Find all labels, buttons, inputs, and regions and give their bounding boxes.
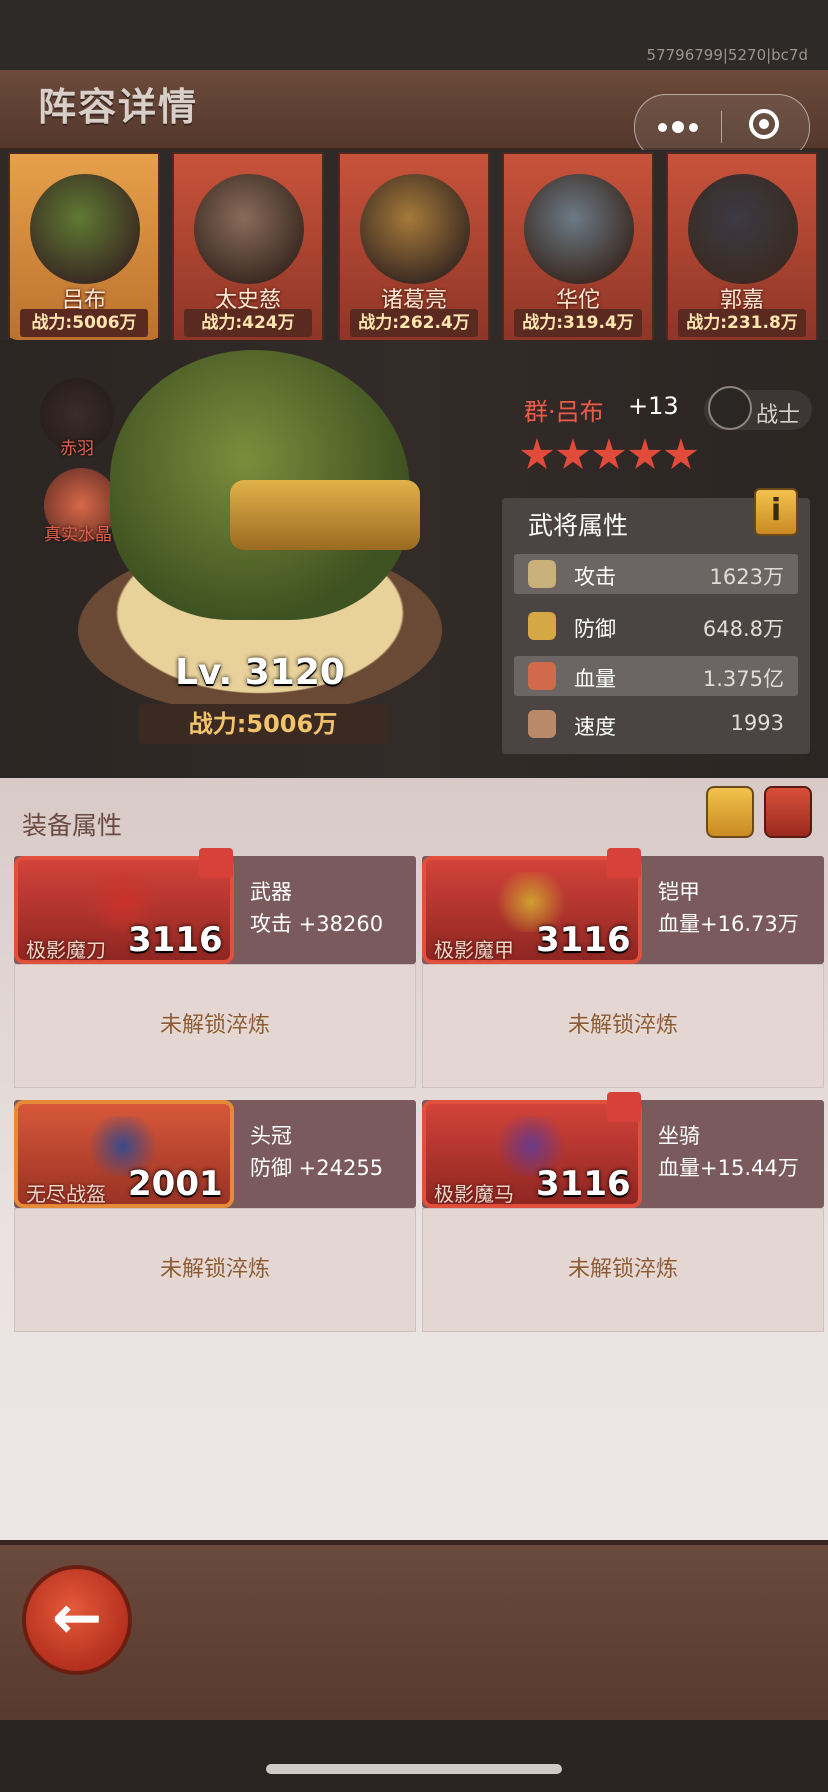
equipment-type: 铠甲 [658,880,700,904]
build-id: 57796799|5270|bc7d [646,46,808,64]
refine-section: 未解锁淬炼 [14,964,416,1088]
bottom-area [0,1720,828,1792]
hero-card[interactable]: 诸葛亮 战力:262.4万 [338,152,490,342]
equipment-title: 装备属性 [22,811,123,840]
class-label: 战士 [756,403,801,428]
hero-avatar [360,174,470,284]
hero-card[interactable]: 郭嘉 战力:231.8万 [666,152,818,342]
sword-icon [528,560,556,588]
star-rating [520,438,698,472]
refine-locked-label: 未解锁淬炼 [567,1257,678,1282]
equipment-card[interactable]: 极影魔马 3116 坐骑血量+15.44万未解锁淬炼 [422,1092,824,1332]
demon-mask-icon [607,848,641,878]
skill-label-2: 真实水晶 [44,525,112,545]
star-icon [556,438,590,469]
equipment-name: 极影魔刀 [26,938,106,962]
hero-weapon-art [230,480,420,550]
star-icon [628,438,662,469]
hero-card-power: 战力:319.4万 [514,309,642,337]
refine-section: 未解锁淬炼 [14,1208,416,1332]
equipment-stat: 血量+16.73万 [658,912,799,936]
hero-plus: +13 [628,392,679,420]
hero-card-power: 战力:231.8万 [678,309,806,337]
equipment-type: 头冠 [250,1124,292,1148]
hero-level: Lv. 3120 [175,652,345,693]
attribute-row: 血量 1.375亿 [514,656,798,696]
equipment-name: 极影魔甲 [434,938,514,962]
attribute-row: 防御 648.8万 [514,606,798,646]
close-mini-program-icon[interactable] [749,109,779,139]
attribute-value: 1.375亿 [702,667,784,691]
hero-avatar [688,174,798,284]
equipment-card[interactable]: 无尽战盔 2001 头冠防御 +24255 未解锁淬炼 [14,1100,416,1332]
axe-icon [708,386,752,430]
hero-card-power: 战力:5006万 [20,309,148,337]
star-icon [664,438,698,469]
equipment-frame[interactable]: 无尽战盔 2001 [14,1100,234,1208]
skill-label-1: 赤羽 [60,439,94,459]
hero-card-power: 战力:424万 [184,309,312,337]
hero-title: 群·吕布 [524,398,604,426]
hero-card-power: 战力:262.4万 [350,309,478,337]
equipment-level: 2001 [128,1164,223,1204]
equipment-card[interactable]: 极影魔刀 3116 武器攻击 +38260 未解锁淬炼 [14,848,416,1088]
home-indicator[interactable] [266,1764,562,1774]
equipment-level: 3116 [536,1164,631,1204]
page-title: 阵容详情 [38,85,199,129]
refine-section: 未解锁淬炼 [422,1208,824,1332]
refine-locked-label: 未解锁淬炼 [159,1257,270,1282]
attribute-name: 防御 [574,617,616,641]
star-icon [520,438,554,469]
hero-card[interactable]: 吕布 战力:5006万 [8,152,160,367]
refine-section: 未解锁淬炼 [422,964,824,1088]
attribute-title: 武将属性 [528,511,629,540]
attribute-name: 速度 [574,715,616,739]
equipment-name: 无尽战盔 [26,1182,106,1206]
eye-icon[interactable] [764,786,812,838]
attribute-value: 1623万 [709,565,784,589]
attribute-name: 攻击 [574,565,616,589]
attribute-row: 速度 1993 [514,704,798,744]
capsule-divider [721,111,722,143]
equipment-stat: 攻击 +38260 [250,912,384,936]
refine-locked-label: 未解锁淬炼 [567,1013,678,1038]
hero-avatar [194,174,304,284]
equipment-type: 坐骑 [658,1124,700,1148]
shield-icon [528,612,556,640]
hero-card[interactable]: 太史慈 战力:424万 [172,152,324,342]
demon-mask-icon [199,848,233,878]
hp-crystal-icon [528,662,556,690]
back-button[interactable]: ← [22,1565,132,1675]
star-icon [592,438,626,469]
attribute-row: 攻击 1623万 [514,554,798,594]
refine-locked-label: 未解锁淬炼 [159,1013,270,1038]
hero-avatar [30,174,140,284]
equipment-level: 3116 [536,920,631,960]
mask-icon[interactable] [706,786,754,838]
hero-avatar [524,174,634,284]
boot-icon [528,710,556,738]
equipment-type: 武器 [250,880,292,904]
attribute-value: 1993 [730,711,784,735]
equipment-stat: 血量+15.44万 [658,1156,799,1180]
info-button[interactable]: i [754,488,798,536]
hero-power: 战力:5006万 [138,704,388,744]
equipment-level: 3116 [128,920,223,960]
hero-card[interactable]: 华佗 战力:319.4万 [502,152,654,342]
equipment-card[interactable]: 极影魔甲 3116 铠甲血量+16.73万未解锁淬炼 [422,848,824,1088]
equipment-name: 极影魔马 [434,1182,514,1206]
attribute-value: 648.8万 [702,617,784,641]
equipment-stat: 防御 +24255 [250,1156,384,1180]
attribute-name: 血量 [574,667,616,691]
demon-mask-icon [607,1092,641,1122]
